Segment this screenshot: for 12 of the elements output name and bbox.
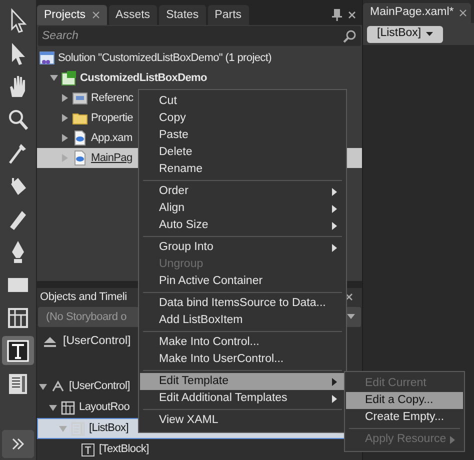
tree-label: Solution "CustomizedListBoxDemo" (1 project) [58, 50, 272, 66]
tree-label: [ListBox] [89, 421, 128, 436]
tree-label: Propertie [91, 110, 133, 126]
tree-label: App.xam [91, 130, 132, 146]
tree-label: [TextBlock] [99, 442, 149, 458]
tree-label: MainPag [91, 150, 132, 166]
tree-label: [UserControl] [69, 379, 130, 394]
scope-label: [UserControl] [63, 334, 131, 350]
tree-label: CustomizedListBoxDemo [80, 70, 207, 86]
tree-label: Referenc [91, 90, 134, 106]
tree-label: LayoutRoo [79, 400, 130, 416]
panel-title: Objects and Timeli [40, 290, 127, 306]
